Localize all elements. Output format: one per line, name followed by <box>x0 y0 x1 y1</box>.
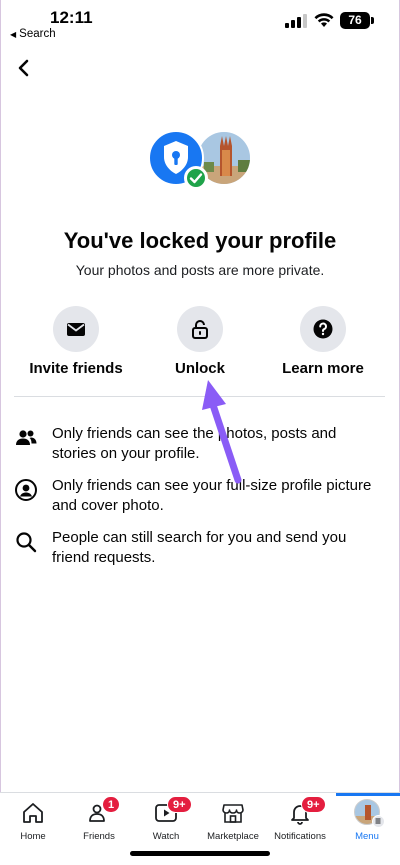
learn-more-button[interactable]: Learn more <box>258 306 388 377</box>
home-icon <box>23 803 43 823</box>
back-triangle-icon: ◀ <box>10 30 17 39</box>
person-circle-icon <box>15 479 37 501</box>
tab-label: Marketplace <box>207 831 259 842</box>
action-buttons: Invite friends Unlock Learn more <box>0 306 400 386</box>
tab-menu[interactable]: Menu <box>334 793 400 849</box>
menu-lines-icon <box>372 815 385 828</box>
tab-friends[interactable]: 1 Friends <box>66 793 132 849</box>
learn-more-circle <box>300 306 346 352</box>
back-to-app-link[interactable]: ◀ Search <box>10 28 56 40</box>
tab-label: Home <box>20 831 46 842</box>
tab-label: Watch <box>152 831 180 842</box>
invite-friends-circle <box>53 306 99 352</box>
tab-label: Friends <box>83 831 115 842</box>
tab-label: Notifications <box>274 831 326 842</box>
tab-watch[interactable]: 9+ Watch <box>133 793 199 849</box>
notifications-badge: 9+ <box>301 796 326 813</box>
unlock-label: Unlock <box>174 360 225 377</box>
status-bar: 12:11 ◀ Search 76 <box>0 0 400 46</box>
check-badge <box>184 166 208 190</box>
watch-badge: 9+ <box>167 796 192 813</box>
search-icon <box>16 532 37 553</box>
tab-notifications[interactable]: 9+ Notifications <box>267 793 333 849</box>
page-subtitle: Your photos and posts are more private. <box>75 262 325 278</box>
profile-lock-avatars <box>148 130 254 190</box>
back-app-label: Search <box>19 28 56 40</box>
tab-label: Menu <box>355 831 379 842</box>
store-icon <box>222 804 244 823</box>
chevron-left-icon[interactable] <box>12 56 36 80</box>
home-indicator <box>130 851 270 856</box>
status-time: 12:11 <box>50 8 93 27</box>
check-icon <box>189 173 203 184</box>
unlock-button[interactable]: Unlock <box>135 306 265 377</box>
tab-home[interactable]: Home <box>0 793 66 849</box>
invite-friends-label: Invite friends <box>29 360 123 377</box>
envelope-icon <box>67 323 85 336</box>
invite-friends-button[interactable]: Invite friends <box>11 306 141 377</box>
cellular-signal-icon <box>285 14 307 28</box>
battery-indicator: 76 <box>340 12 374 29</box>
learn-more-label: Learn more <box>282 360 364 377</box>
unlock-circle <box>177 306 223 352</box>
annotation-arrow <box>202 380 242 484</box>
unlock-icon <box>192 320 208 339</box>
info-text: People can still search for you and send… <box>52 529 347 566</box>
page-title: You've locked your profile <box>63 228 337 253</box>
tab-marketplace[interactable]: Marketplace <box>200 793 266 849</box>
friends-badge: 1 <box>102 796 121 813</box>
wifi-icon <box>314 13 334 27</box>
friends-icon <box>16 430 37 445</box>
menu-lines-glyph <box>375 818 381 824</box>
question-icon <box>313 319 333 339</box>
